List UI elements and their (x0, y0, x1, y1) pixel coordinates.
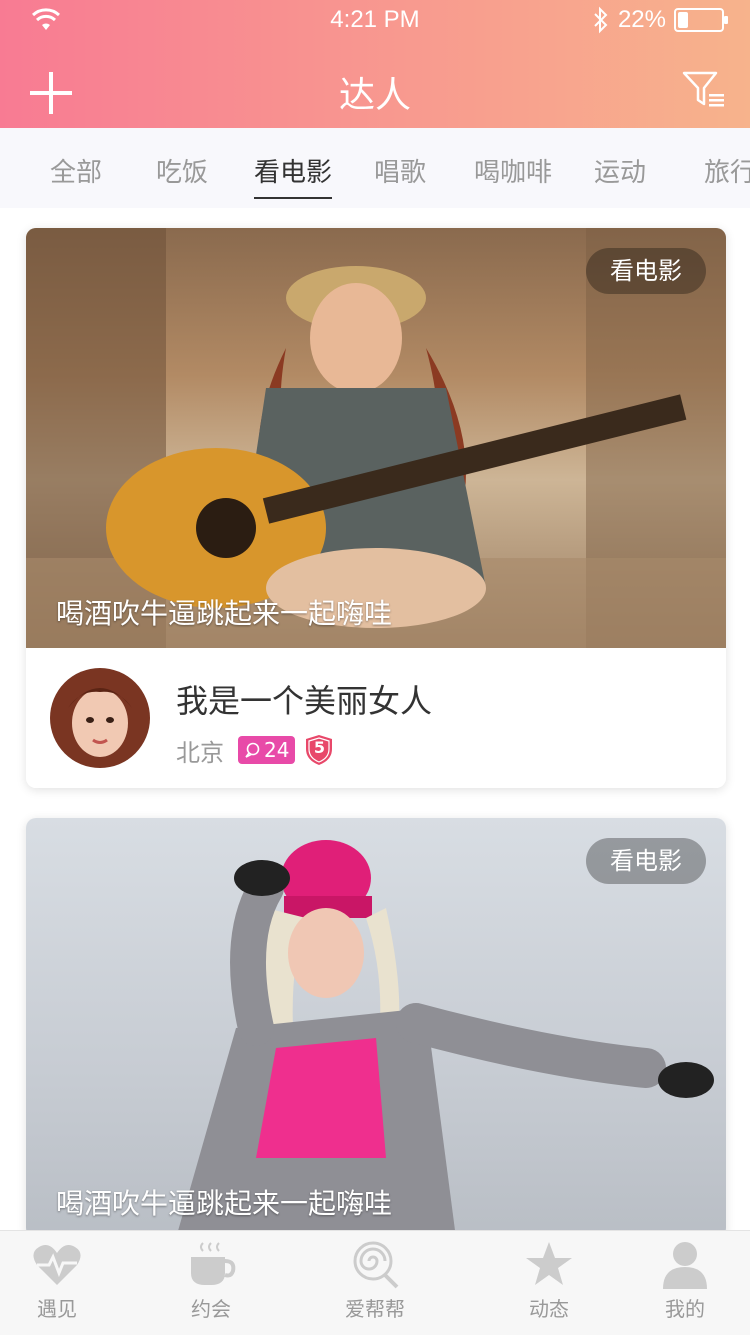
card-photo[interactable]: 看电影 喝酒吹牛逼跳起来一起嗨哇 (26, 228, 726, 648)
heart-pulse-icon (33, 1245, 81, 1285)
page-title: 达人 (338, 75, 411, 116)
user-meta: 北京 24 5 (176, 734, 333, 767)
tabbar-label: 约会 (191, 1297, 231, 1321)
level-value: 5 (313, 738, 326, 757)
tab-dining[interactable]: 吃饭 (156, 152, 208, 189)
tabbar-label: 动态 (529, 1297, 569, 1321)
tabbar-item-date[interactable]: 约会 (164, 1231, 258, 1335)
category-tag[interactable]: 看电影 (586, 248, 706, 294)
card-info: 我是一个美丽女人 北京 24 5 (26, 648, 726, 788)
card-photo[interactable]: 看电影 喝酒吹牛逼跳起来一起嗨哇 (26, 818, 726, 1238)
tabbar-item-feed[interactable]: 动态 (502, 1231, 596, 1335)
bluetooth-icon (594, 6, 608, 34)
user-card[interactable]: 看电影 喝酒吹牛逼跳起来一起嗨哇 我是一个美丽女人 北京 24 5 (26, 228, 726, 788)
active-tab-underline (254, 197, 333, 199)
tab-travel[interactable]: 旅行 (704, 152, 750, 189)
tabbar-label: 爱帮帮 (345, 1297, 405, 1321)
user-name: 我是一个美丽女人 (176, 682, 433, 720)
chat-bubble-icon (245, 742, 260, 758)
status-bar: 4:21 PM 22% (0, 0, 750, 40)
tab-singing[interactable]: 唱歌 (374, 152, 426, 189)
tabbar-item-me[interactable]: 我的 (638, 1231, 732, 1335)
message-count-badge: 24 (238, 736, 296, 764)
battery-percent: 22% (617, 6, 666, 33)
coffee-cup-icon (191, 1242, 236, 1285)
tabbar-label: 我的 (665, 1297, 705, 1321)
star-icon (526, 1242, 572, 1285)
category-tag[interactable]: 看电影 (586, 838, 706, 884)
tabbar-item-meet[interactable]: 遇见 (10, 1231, 104, 1335)
user-city: 北京 (176, 738, 224, 767)
tab-sports[interactable]: 运动 (594, 152, 646, 189)
lollipop-icon (353, 1241, 399, 1289)
person-icon (663, 1242, 707, 1289)
tabbar-label: 遇见 (37, 1297, 77, 1321)
battery-icon (674, 8, 728, 32)
card-caption: 喝酒吹牛逼跳起来一起嗨哇 (56, 597, 393, 630)
user-card[interactable]: 看电影 喝酒吹牛逼跳起来一起嗨哇 (26, 818, 726, 1238)
avatar[interactable] (50, 668, 150, 768)
header: 4:21 PM 22% 达人 (0, 0, 750, 128)
tab-movie[interactable]: 看电影 (254, 152, 333, 199)
tab-coffee[interactable]: 喝咖啡 (474, 152, 552, 189)
category-tabs: 全部 吃饭 看电影 唱歌 喝咖啡 运动 旅行 (0, 128, 750, 208)
tabbar-item-help[interactable]: 爱帮帮 (328, 1231, 422, 1335)
message-count: 24 (264, 738, 290, 762)
status-right: 22% (592, 6, 728, 34)
tab-all[interactable]: 全部 (50, 152, 102, 189)
level-badge: 5 (305, 734, 333, 766)
bottom-tabbar: 遇见 约会 爱帮帮 动态 我的 (0, 1230, 750, 1335)
filter-icon[interactable] (682, 70, 726, 110)
card-caption: 喝酒吹牛逼跳起来一起嗨哇 (56, 1187, 393, 1220)
